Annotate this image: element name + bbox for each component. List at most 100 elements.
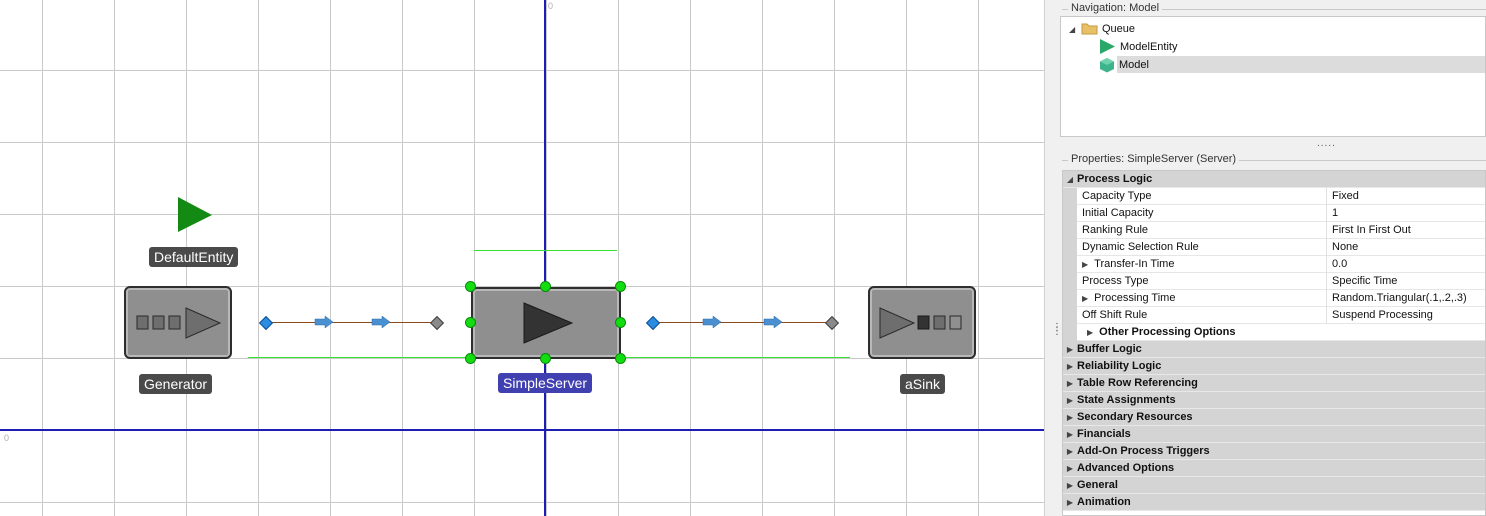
category-reliability-logic[interactable]: ▶ Reliability Logic xyxy=(1063,358,1485,375)
tree-item-label: Model xyxy=(1119,58,1149,71)
property-row[interactable]: Capacity Type Fixed xyxy=(1063,187,1485,205)
category-table-row-referencing[interactable]: ▶ Table Row Referencing xyxy=(1063,375,1485,392)
expand-icon[interactable]: ▶ xyxy=(1087,328,1093,337)
category-label: Process Logic xyxy=(1077,173,1153,185)
sink-input-node[interactable] xyxy=(824,315,840,331)
row-gutter xyxy=(1063,323,1077,341)
category-process-logic[interactable]: ◢ Process Logic xyxy=(1063,171,1485,188)
axis-origin-x-label: 0 xyxy=(548,1,554,11)
expand-icon[interactable]: ▶ xyxy=(1063,379,1077,388)
property-value[interactable]: 0.0 xyxy=(1327,256,1347,273)
model-canvas[interactable]: 0 0 DefaultEntity Generator SimpleServer xyxy=(0,0,1044,516)
expand-icon[interactable]: ▶ xyxy=(1063,464,1077,473)
collapse-icon[interactable]: ◢ xyxy=(1063,175,1077,184)
property-grid[interactable]: ◢ Process Logic Capacity Type Fixed Init… xyxy=(1062,170,1486,516)
category-advanced-options[interactable]: ▶ Advanced Options xyxy=(1063,460,1485,477)
resize-handle-bottom-right[interactable] xyxy=(615,353,626,364)
property-row-expandable[interactable]: ▶ Transfer-In Time 0.0 xyxy=(1063,255,1485,273)
simple-server-label[interactable]: SimpleServer xyxy=(498,373,593,393)
tree-item-queue[interactable]: Queue xyxy=(1081,20,1141,37)
tree-item-label: ModelEntity xyxy=(1120,40,1178,53)
property-value[interactable]: Specific Time xyxy=(1327,273,1397,290)
panel-splitter[interactable]: ⋮ ⋮ xyxy=(1044,0,1062,516)
category-state-assignments[interactable]: ▶ State Assignments xyxy=(1063,392,1485,409)
expand-icon[interactable]: ▶ xyxy=(1082,260,1088,269)
property-value[interactable]: 1 xyxy=(1327,205,1338,222)
expand-icon[interactable]: ▶ xyxy=(1063,481,1077,490)
y-axis-line xyxy=(544,0,546,516)
property-row[interactable]: Dynamic Selection Rule None xyxy=(1063,238,1485,256)
expand-icon[interactable]: ▶ xyxy=(1063,430,1077,439)
resize-handle-top-left[interactable] xyxy=(465,281,476,292)
tree-collapse-icon[interactable]: ◢ xyxy=(1069,25,1075,34)
category-label: Secondary Resources xyxy=(1077,411,1193,423)
default-entity-label[interactable]: DefaultEntity xyxy=(149,247,239,267)
right-panel: Navigation: Model ◢ Queue ModelEntity Mo… xyxy=(1060,0,1486,516)
category-label: Advanced Options xyxy=(1077,462,1175,474)
property-value[interactable]: None xyxy=(1327,239,1358,256)
property-name: Dynamic Selection Rule xyxy=(1077,238,1327,256)
resize-handle-bottom-left[interactable] xyxy=(465,353,476,364)
subcategory-label: Other Processing Options xyxy=(1099,326,1236,338)
row-gutter xyxy=(1063,221,1077,239)
property-row[interactable]: Ranking Rule First In First Out xyxy=(1063,221,1485,239)
generator-output-node[interactable] xyxy=(258,315,274,331)
default-entity-icon[interactable] xyxy=(176,196,214,234)
resize-handle-left[interactable] xyxy=(465,317,476,328)
model-cube-icon-wrap xyxy=(1099,56,1119,73)
sink-object[interactable] xyxy=(868,286,976,359)
generator-label[interactable]: Generator xyxy=(139,374,213,394)
tree-item-modelentity[interactable]: ModelEntity xyxy=(1099,38,1219,55)
expand-icon[interactable]: ▶ xyxy=(1063,498,1077,507)
row-gutter xyxy=(1063,238,1077,256)
category-label: Buffer Logic xyxy=(1077,343,1142,355)
path-direction-arrow-icon xyxy=(314,316,334,328)
category-financials[interactable]: ▶ Financials xyxy=(1063,426,1485,443)
expand-icon[interactable]: ▶ xyxy=(1063,396,1077,405)
property-value[interactable]: First In First Out xyxy=(1327,222,1411,239)
property-value[interactable]: Fixed xyxy=(1327,188,1359,205)
row-gutter xyxy=(1063,272,1077,290)
path-generator-server[interactable] xyxy=(268,322,438,323)
expand-icon[interactable]: ▶ xyxy=(1082,294,1088,303)
property-value[interactable]: Suspend Processing xyxy=(1327,307,1433,324)
x-axis-line xyxy=(0,429,1044,431)
property-row[interactable]: Off Shift Rule Suspend Processing xyxy=(1063,306,1485,324)
expand-icon[interactable]: ▶ xyxy=(1063,413,1077,422)
path-server-sink[interactable] xyxy=(655,322,833,323)
subcategory-other-processing-options[interactable]: ▶ Other Processing Options xyxy=(1063,323,1485,341)
property-row[interactable]: Process Type Specific Time xyxy=(1063,272,1485,290)
property-name: Off Shift Rule xyxy=(1077,306,1327,324)
category-label: Reliability Logic xyxy=(1077,360,1162,372)
category-label: Table Row Referencing xyxy=(1077,377,1198,389)
expand-icon[interactable]: ▶ xyxy=(1063,345,1077,354)
simple-server-object[interactable] xyxy=(471,287,621,359)
expand-icon[interactable]: ▶ xyxy=(1063,362,1077,371)
category-add-on-process-triggers[interactable]: ▶ Add-On Process Triggers xyxy=(1063,443,1485,460)
category-animation[interactable]: ▶ Animation xyxy=(1063,494,1485,511)
category-label: Financials xyxy=(1077,428,1131,440)
row-gutter xyxy=(1063,187,1077,205)
generator-object[interactable] xyxy=(124,286,232,359)
resize-handle-top-right[interactable] xyxy=(615,281,626,292)
property-row-expandable[interactable]: ▶ Processing Time Random.Triangular(.1,.2… xyxy=(1063,289,1485,307)
sink-label[interactable]: aSink xyxy=(900,374,946,394)
property-name: ▶ Processing Time xyxy=(1077,289,1327,307)
server-input-node[interactable] xyxy=(429,315,445,331)
navigation-tree[interactable]: ◢ Queue ModelEntity Model xyxy=(1060,16,1486,137)
resize-handle-top[interactable] xyxy=(540,281,551,292)
server-output-node[interactable] xyxy=(645,315,661,331)
tree-item-model[interactable]: Model xyxy=(1117,56,1485,73)
axis-origin-y-label: 0 xyxy=(4,433,10,443)
resize-handle-right[interactable] xyxy=(615,317,626,328)
resize-handle-bottom[interactable] xyxy=(540,353,551,364)
category-secondary-resources[interactable]: ▶ Secondary Resources xyxy=(1063,409,1485,426)
row-gutter xyxy=(1063,306,1077,324)
property-value[interactable]: Random.Triangular(.1,.2,.3) xyxy=(1327,290,1467,307)
category-buffer-logic[interactable]: ▶ Buffer Logic xyxy=(1063,341,1485,358)
expand-icon[interactable]: ▶ xyxy=(1063,447,1077,456)
category-label: Add-On Process Triggers xyxy=(1077,445,1210,457)
category-general[interactable]: ▶ General xyxy=(1063,477,1485,494)
property-row[interactable]: Initial Capacity 1 xyxy=(1063,204,1485,222)
pane-resize-grip[interactable]: ..... xyxy=(1317,138,1336,149)
